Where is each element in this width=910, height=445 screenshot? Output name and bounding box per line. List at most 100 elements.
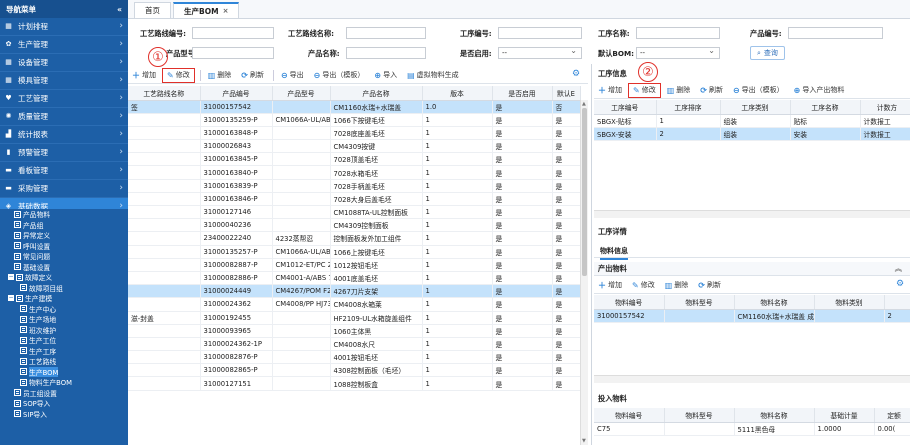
enabled-select[interactable]: --	[498, 46, 582, 59]
tree-node[interactable]: 异常定义	[0, 230, 128, 241]
sidebar-item-9[interactable]: ▬ 采购管理 ›	[0, 180, 128, 198]
sidebar-item-0[interactable]: ▦ 计划排程 ›	[0, 18, 128, 36]
column-header[interactable]: 计数方	[860, 100, 910, 115]
route-code-input[interactable]	[192, 27, 274, 39]
table-row[interactable]: 31000157542 CM1160水瑞+水瑞盖 成品 2	[594, 309, 910, 323]
column-header[interactable]: 物料编号	[594, 295, 665, 310]
table-row[interactable]: SBGX-安装 2 组装 安装 计数报工	[594, 127, 910, 141]
collapse-node-icon[interactable]: −	[8, 274, 14, 281]
column-header[interactable]: 产品名称	[330, 86, 423, 101]
virtual-material-button[interactable]: ▤ 虚拟物料生成	[403, 68, 463, 83]
table-row[interactable]: 滋-封盖 31000192455 HF2109-UL水箱旋盖组件 1 是是	[128, 311, 581, 325]
tree-node[interactable]: 常见问题	[0, 251, 128, 262]
collapse-icon[interactable]: ︽	[895, 264, 902, 274]
table-row[interactable]: 31000082876-P 4001按钮毛坯 1 是是	[128, 350, 581, 365]
tree-node[interactable]: 物料生产BOM	[0, 377, 128, 388]
tree-node[interactable]: − 故障定义	[0, 272, 128, 283]
default-bom-select[interactable]: --	[636, 46, 720, 59]
sidebar-item-5[interactable]: ✺ 质量管理 ›	[0, 108, 128, 126]
sidebar-item-8[interactable]: ▬ 看板管理 ›	[0, 162, 128, 180]
table-row[interactable]: 31000093965 1060主体黑 1 是是	[128, 324, 581, 338]
table-row[interactable]: 31000163839-P 7028手柄盖毛坯 1 是是	[128, 179, 581, 193]
column-header[interactable]: 产品编号	[200, 86, 273, 101]
column-header[interactable]: 工序名称	[790, 100, 861, 115]
table-row[interactable]: 31000082886-PCM4001-A/ABS 7504001底盖毛坯1是是	[128, 271, 581, 286]
table-row[interactable]: 31000024449CM4267/POM F20-(4267刀片支架1是是	[128, 284, 581, 299]
table-row[interactable]: 31000163846-P 7028大身后盖毛坯 1 是是	[128, 192, 581, 207]
query-button[interactable]: ⌕ 查询	[750, 46, 785, 60]
tree-node[interactable]: 基础设置	[0, 262, 128, 273]
tree-node[interactable]: 班次维护	[0, 325, 128, 336]
process-name-input[interactable]	[636, 27, 720, 39]
process-code-input[interactable]	[498, 27, 582, 39]
column-header[interactable]: 工序编号	[594, 100, 657, 115]
table-row[interactable]: 31000163840-P 7028水箱毛坯 1 是是	[128, 165, 581, 180]
collapse-node-icon[interactable]: −	[8, 295, 14, 302]
tree-node[interactable]: SOP导入	[0, 398, 128, 409]
table-row[interactable]: 31000127146 CM1088TA-UL控制面板 1 是是	[128, 205, 581, 220]
close-tab-icon[interactable]: ×	[223, 7, 229, 15]
export-bom-button[interactable]: ⊖ 导出	[277, 68, 308, 83]
tree-node[interactable]: 生产BOM	[0, 366, 128, 378]
tree-node[interactable]: SIP导入	[0, 409, 128, 420]
collapse-sidebar-icon[interactable]: «	[117, 5, 122, 14]
export-template-button[interactable]: ⊖ 导出（模板）	[310, 68, 369, 83]
table-row[interactable]: 31000082865-P 4308控制面板（毛坯） 1 是是	[128, 363, 581, 378]
table-row[interactable]: 签 31000157542 CM1160水瑞+水瑞盖 1.0 是否	[128, 100, 581, 114]
column-header[interactable]: 物料类别	[814, 295, 885, 310]
table-row[interactable]: 31000024362CM4008/PP HJ730LCM4008水箱莱1是是	[128, 297, 581, 312]
column-header[interactable]: 物料名称	[734, 295, 815, 310]
delete-output-button[interactable]: ▥ 删除	[661, 278, 693, 293]
column-header[interactable]: 定额	[874, 408, 910, 423]
table-row[interactable]: 31000163848-P 7028底座盖毛坯 1 是是	[128, 126, 581, 141]
table-row[interactable]: 31000135257-PCM1066A-UL/ABS 71066上按键毛坯1是…	[128, 245, 581, 259]
tree-node[interactable]: 呼叫设置	[0, 241, 128, 252]
column-header[interactable]: 物料型号	[664, 295, 735, 310]
refresh-output-button[interactable]: ⟳ 刷新	[694, 278, 725, 293]
import-output-button[interactable]: ⊕ 导入产出物料	[790, 83, 849, 98]
table-row[interactable]: 31000026843 CM4309按键 1 是是	[128, 139, 581, 154]
export-process-button[interactable]: ⊖ 导出（模板）	[729, 83, 788, 98]
table-row[interactable]: 31000082887-PCM1012-ET/PC 285(1012按钮毛坯1是…	[128, 258, 581, 272]
column-header[interactable]: 工序排序	[656, 100, 721, 115]
table-row[interactable]: 31000127151 1088控制板盒 1 是是	[128, 376, 581, 391]
refresh-bom-button[interactable]: ⟳ 刷新	[237, 68, 268, 83]
delete-bom-button[interactable]: ▥ 删除	[204, 68, 236, 83]
column-header[interactable]: 物料名称	[734, 408, 815, 423]
process-grid-hscroll[interactable]	[594, 210, 910, 218]
tree-node[interactable]: 产品物料	[0, 209, 128, 220]
product-code-input[interactable]	[788, 27, 883, 39]
tree-node[interactable]: 故障项目组	[0, 283, 128, 294]
sidebar-item-3[interactable]: ▦ 模具管理 ›	[0, 72, 128, 90]
column-header[interactable]: 版本	[422, 86, 493, 101]
sidebar-item-2[interactable]: ▦ 设备管理 ›	[0, 54, 128, 72]
tab-material-info[interactable]: 物料信息	[600, 246, 628, 260]
edit-bom-button[interactable]: ✎ 修改	[162, 67, 195, 83]
output-grid-hscroll[interactable]	[594, 375, 910, 383]
delete-process-button[interactable]: ▥ 删除	[663, 83, 695, 98]
tab-home[interactable]: 首页	[134, 2, 171, 18]
add-process-button[interactable]: ＋增加	[594, 83, 626, 98]
table-row[interactable]: 31000040236 CM4309控制面板 1 是是	[128, 218, 581, 233]
tree-node[interactable]: 产品组	[0, 220, 128, 231]
tree-node[interactable]: − 生产建模	[0, 293, 128, 304]
tree-node[interactable]: 生产工位	[0, 335, 128, 346]
settings-gear-icon[interactable]: ⚙	[572, 69, 580, 79]
product-name-input[interactable]	[346, 47, 426, 59]
column-header[interactable]	[884, 295, 910, 310]
table-row[interactable]: 23400022240 4232蒸帮忍 控制面板发外加工组件 1 是是	[128, 231, 581, 246]
tree-node[interactable]: 工艺路线	[0, 356, 128, 367]
column-header[interactable]: 物料编号	[594, 408, 665, 423]
output-settings-gear-icon[interactable]: ⚙	[896, 279, 904, 289]
column-header[interactable]: 工序类别	[720, 100, 791, 115]
table-row[interactable]: 31000024362-1P CM4008水尺 1 是是	[128, 337, 581, 352]
column-header[interactable]: 默认E	[552, 86, 581, 101]
table-row[interactable]: C75 5111黑色母 1.0000 0.00(	[594, 422, 910, 436]
table-row[interactable]: 31000135259-PCM1066A-UL/ABS 71066下按键毛坯1是…	[128, 113, 581, 127]
column-header[interactable]: 工艺路线名称	[128, 86, 201, 101]
sidebar-item-4[interactable]: ♥ 工艺管理 ›	[0, 90, 128, 108]
add-bom-button[interactable]: ＋增加	[128, 68, 160, 83]
tab-production-bom[interactable]: 生产BOM ×	[173, 2, 240, 18]
table-row[interactable]: 31000163845-P 7028顶盖毛坯 1 是是	[128, 152, 581, 167]
tree-node[interactable]: 生产工序	[0, 346, 128, 357]
